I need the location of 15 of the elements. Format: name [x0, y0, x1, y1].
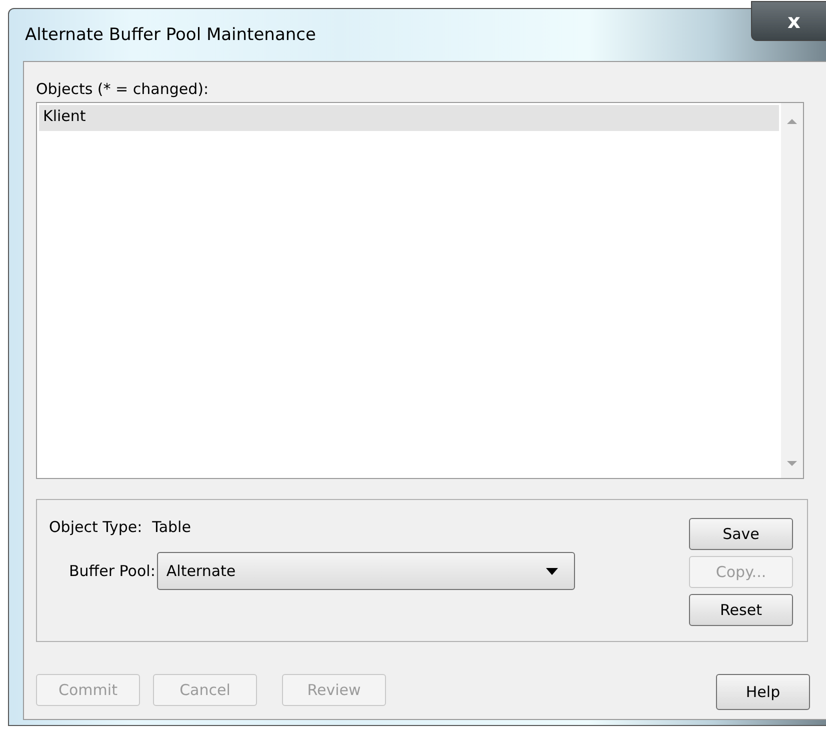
- window-title: Alternate Buffer Pool Maintenance: [25, 25, 316, 45]
- scroll-down-icon[interactable]: [786, 460, 798, 468]
- close-button[interactable]: x: [751, 1, 826, 41]
- buffer-pool-label: Buffer Pool:: [69, 562, 156, 580]
- object-type-label: Object Type:: [49, 518, 142, 536]
- side-button[interactable]: Reset: [689, 594, 793, 626]
- caret-icon: [546, 568, 558, 574]
- object-type-value: Table: [152, 518, 191, 536]
- list-item[interactable]: Klient: [39, 105, 779, 131]
- side-button[interactable]: Save: [689, 518, 793, 550]
- scrollbar[interactable]: [781, 103, 803, 478]
- objects-label: Objects (* = changed):: [36, 80, 210, 98]
- help-button[interactable]: Help: [716, 674, 810, 710]
- scroll-up-icon[interactable]: [786, 117, 798, 125]
- buffer-pool-dropdown[interactable]: Alternate: [157, 552, 576, 590]
